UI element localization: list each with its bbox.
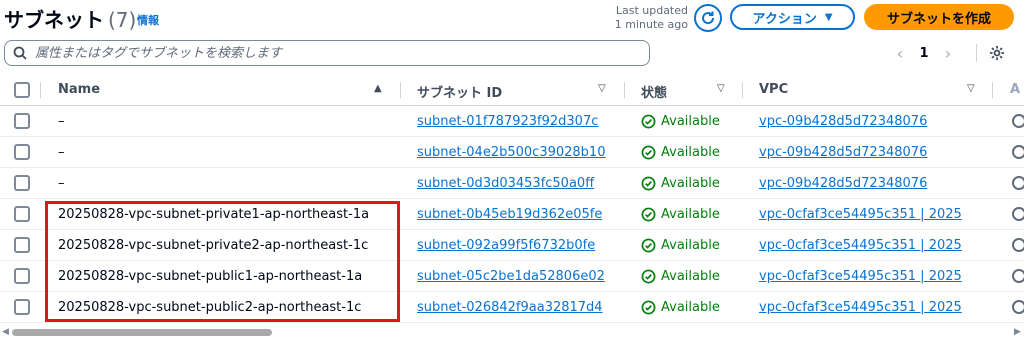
row-checkbox[interactable] <box>14 113 30 129</box>
column-header-vpc[interactable]: VPC <box>759 82 788 97</box>
row-checkbox[interactable] <box>14 175 30 191</box>
highlight-box <box>45 201 400 322</box>
check-circle-icon <box>641 145 656 160</box>
status-badge: Available <box>641 176 720 191</box>
table-row[interactable]: – subnet-04e2b500c39028b10 Available vpc-09… <box>0 137 1024 168</box>
column-divider <box>992 82 993 98</box>
truncated-column-icon <box>1012 114 1024 128</box>
column-divider <box>400 82 401 98</box>
status-text: Available <box>661 269 720 284</box>
last-updated-time: 1 minute ago <box>614 18 688 31</box>
subnet-count: (7) <box>108 8 137 32</box>
status-badge: Available <box>641 145 720 160</box>
last-updated-label: Last updated <box>615 4 688 17</box>
scrollbar-thumb[interactable] <box>12 329 272 336</box>
last-updated: Last updated 1 minute ago <box>600 4 688 32</box>
vpc-link[interactable]: vpc-0cfaf3ce54495c351 | 2025 <box>759 207 987 222</box>
column-header-truncated: A <box>1010 82 1021 97</box>
check-circle-icon <box>641 238 656 253</box>
column-divider <box>742 82 743 98</box>
select-all-checkbox[interactable] <box>14 82 30 98</box>
vpc-link[interactable]: vpc-09b428d5d72348076 <box>759 145 987 160</box>
search-icon <box>13 46 27 60</box>
status-text: Available <box>661 114 720 129</box>
truncated-column-icon <box>1012 207 1024 221</box>
subnet-name: – <box>58 176 65 191</box>
actions-dropdown-button[interactable]: アクション ▼ <box>730 4 855 30</box>
column-header-name[interactable]: Name <box>58 82 100 97</box>
check-circle-icon <box>641 114 656 129</box>
search-field[interactable] <box>4 40 650 66</box>
sort-ascending-icon[interactable]: ▲ <box>374 83 382 94</box>
caret-down-icon: ▼ <box>824 11 833 23</box>
subnet-name: – <box>58 114 65 129</box>
vpc-link[interactable]: vpc-0cfaf3ce54495c351 | 2025 <box>759 300 987 315</box>
column-divider <box>624 82 625 98</box>
subnet-id-link[interactable]: subnet-05c2be1da52806e02 <box>417 269 605 284</box>
truncated-column-icon <box>1012 269 1024 283</box>
subnet-id-link[interactable]: subnet-0d3d03453fc50a0ff <box>417 176 594 191</box>
page-title-text: サブネット <box>4 8 104 32</box>
status-text: Available <box>661 238 720 253</box>
status-text: Available <box>661 145 720 160</box>
check-circle-icon <box>641 300 656 315</box>
next-page-icon[interactable]: › <box>938 44 958 63</box>
table-row[interactable]: – subnet-01f787923f92d307c Available vpc-09… <box>0 106 1024 137</box>
status-badge: Available <box>641 114 720 129</box>
pagination: ‹ 1 › <box>890 42 958 64</box>
row-checkbox[interactable] <box>14 237 30 253</box>
vpc-link[interactable]: vpc-0cfaf3ce54495c351 | 2025 <box>759 238 987 253</box>
subnet-id-link[interactable]: subnet-0b45eb19d362e05fe <box>417 207 602 222</box>
actions-label: アクション <box>752 11 817 27</box>
status-badge: Available <box>641 269 720 284</box>
horizontal-scrollbar[interactable]: ◀ ▶ <box>0 327 1024 338</box>
scroll-right-icon[interactable]: ▶ <box>1014 327 1021 337</box>
refresh-button[interactable] <box>694 4 722 32</box>
status-badge: Available <box>641 207 720 222</box>
table-header: Name ▲ サブネット ID ▽ 状態 ▽ VPC ▽ A <box>0 74 1024 106</box>
subnet-id-link[interactable]: subnet-026842f9aa32817d4 <box>417 300 603 315</box>
row-checkbox[interactable] <box>14 299 30 315</box>
scroll-left-icon[interactable]: ◀ <box>2 327 9 337</box>
vpc-link[interactable]: vpc-0cfaf3ce54495c351 | 2025 <box>759 269 987 284</box>
page-title: サブネット (7) <box>4 4 136 33</box>
page-header: サブネット (7) 情報 Last updated 1 minute ago アク… <box>0 0 1024 36</box>
gear-icon[interactable] <box>989 45 1005 61</box>
status-text: Available <box>661 300 720 315</box>
status-badge: Available <box>641 300 720 315</box>
check-circle-icon <box>641 176 656 191</box>
status-badge: Available <box>641 238 720 253</box>
column-divider <box>40 82 41 98</box>
row-checkbox[interactable] <box>14 268 30 284</box>
create-subnet-button[interactable]: サブネットを作成 <box>864 4 1014 30</box>
truncated-column-icon <box>1012 176 1024 190</box>
subnet-id-link[interactable]: subnet-01f787923f92d307c <box>417 114 598 129</box>
info-link[interactable]: 情報 <box>137 12 159 28</box>
vpc-link[interactable]: vpc-09b428d5d72348076 <box>759 114 987 129</box>
table-row[interactable]: – subnet-0d3d03453fc50a0ff Available vpc-09… <box>0 168 1024 199</box>
toolbar-divider <box>976 44 977 62</box>
truncated-column-icon <box>1012 238 1024 252</box>
truncated-column-icon <box>1012 145 1024 159</box>
check-circle-icon <box>641 207 656 222</box>
previous-page-icon[interactable]: ‹ <box>890 44 910 63</box>
vpc-link[interactable]: vpc-09b428d5d72348076 <box>759 176 987 191</box>
refresh-icon <box>702 11 715 25</box>
truncated-column-icon <box>1012 300 1024 314</box>
status-text: Available <box>661 176 720 191</box>
row-checkbox[interactable] <box>14 144 30 160</box>
column-header-subnet-id[interactable]: サブネット ID <box>417 82 502 101</box>
sort-icon[interactable]: ▽ <box>598 83 606 94</box>
sort-icon[interactable]: ▽ <box>717 83 725 94</box>
column-header-state[interactable]: 状態 <box>641 82 667 101</box>
check-circle-icon <box>641 269 656 284</box>
status-text: Available <box>661 207 720 222</box>
current-page[interactable]: 1 <box>910 46 938 61</box>
row-checkbox[interactable] <box>14 206 30 222</box>
subnet-id-link[interactable]: subnet-04e2b500c39028b10 <box>417 145 605 160</box>
subnet-id-link[interactable]: subnet-092a99f5f6732b0fe <box>417 238 595 253</box>
sort-icon[interactable]: ▽ <box>967 83 975 94</box>
search-input[interactable] <box>35 44 635 62</box>
subnet-name: – <box>58 145 65 160</box>
